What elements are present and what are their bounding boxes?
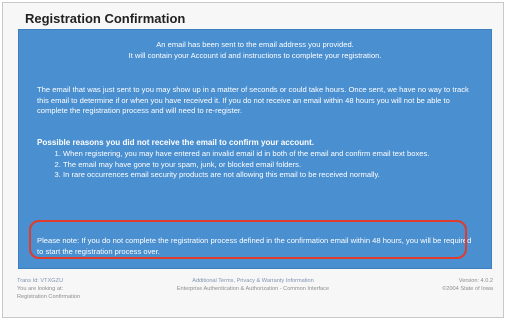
- terms-link[interactable]: Additional Terms, Privacy & Warranty Inf…: [153, 277, 353, 285]
- reasons-heading: Possible reasons you did not receive the…: [37, 138, 315, 147]
- email-timing-text: The email that was just sent to you may …: [37, 85, 469, 116]
- intro-line-1: An email has been sent to the email addr…: [156, 40, 354, 49]
- footer: Trans Id: VTXGZU You are looking at: Reg…: [3, 277, 503, 317]
- version-label: Version: 4.0.2: [458, 278, 493, 284]
- page-title: Registration Confirmation: [25, 11, 186, 26]
- page-frame: Registration Confirmation An email has b…: [2, 2, 504, 318]
- current-page-name: Registration Confirmation: [17, 294, 81, 300]
- looking-at-label: You are looking at:: [17, 286, 64, 292]
- reason-item: In rare occurrences email security produ…: [63, 170, 473, 181]
- intro-line-2: It will contain your Account id and inst…: [128, 50, 382, 60]
- trans-id-link[interactable]: Trans Id: VTXGZU: [17, 277, 117, 285]
- intro-message: An email has been sent to the email addr…: [19, 40, 491, 61]
- footer-right: Version: 4.0.2 ©2004 State of Iowa: [373, 277, 493, 293]
- reasons-list: When registering, you may have entered a…: [43, 149, 473, 181]
- copyright-label: ©2004 State of Iowa: [442, 286, 493, 292]
- footer-subtitle: Enterprise Authentication & Authorizatio…: [176, 286, 330, 292]
- reason-item: When registering, you may have entered a…: [63, 149, 473, 160]
- note-highlight-outline: [29, 220, 467, 259]
- footer-center: Additional Terms, Privacy & Warranty Inf…: [153, 277, 353, 293]
- reason-item: The email may have gone to your spam, ju…: [63, 160, 473, 171]
- footer-left: Trans Id: VTXGZU You are looking at: Reg…: [17, 277, 117, 301]
